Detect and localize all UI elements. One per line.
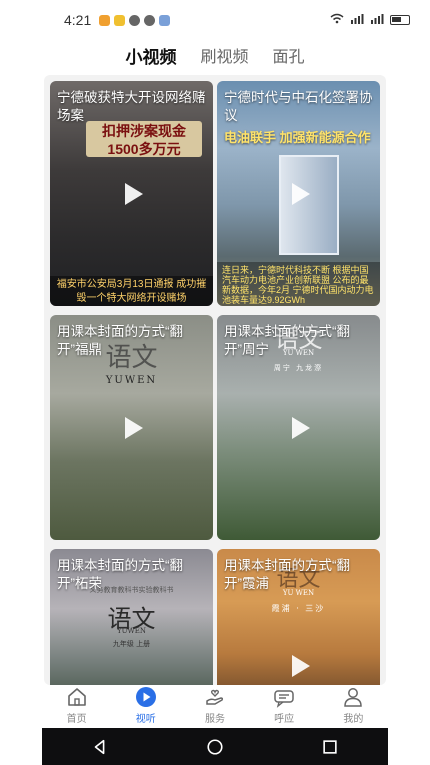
user-icon [342,686,364,708]
video-card[interactable]: 语文 YU WEN 周宁 九龙漈 用课本封面的方式“翻开”周宁 [217,315,380,540]
video-caption: 连日来，宁德时代科技不断 根据中国汽车动力电池产业创新联盟 公布的最新数据，今年… [217,262,380,306]
nav-respond[interactable]: 呼应 [254,686,314,725]
status-bar: 4:21 [0,0,430,40]
nav-label: 我的 [343,714,364,725]
status-time: 4:21 [64,12,92,28]
system-nav-bar [42,728,388,765]
banner-text: 1500多万元 [107,141,181,157]
message-icon [144,14,156,26]
nav-label: 首页 [66,714,87,725]
play-icon[interactable] [285,414,313,442]
respond-icon [273,686,295,708]
play-circle-icon [135,686,157,708]
nav-home[interactable]: 首页 [47,686,107,725]
video-feed[interactable]: 宁德破获特大开设网络赌场案 扣押涉案现金 1500多万元 福安市公安局3月13日… [44,75,386,685]
video-card[interactable]: 宁德时代与中石化签署协议 电油联手 加强新能源合作 连日来，宁德时代科技不断 根… [217,81,380,306]
signal-icon [370,13,384,27]
video-card[interactable]: 义务教育教科书实验教科书 语文 YUWEN 九年级 上册 用课本封面的方式“翻开… [50,549,213,685]
video-title: 用课本封面的方式“翻开”霞浦 [224,558,350,591]
tab-short-video[interactable]: 小视频 [125,43,176,68]
home-circle-icon[interactable] [205,737,225,757]
nav-service[interactable]: 服务 [185,686,245,725]
signal-icon [350,13,364,27]
cover-caption: 周宁 九龙漈 [273,364,324,372]
nav-label: 服务 [204,714,225,725]
home-icon [66,686,88,708]
video-caption: 福安市公安局3月13日通报 成功摧毁一个特大网络开设赌场 [50,276,213,306]
app-notification-icon [114,14,126,26]
hand-service-icon [204,686,226,708]
video-title: 宁德破获特大开设网络赌场案 [57,90,206,123]
video-title: 用课本封面的方式“翻开”福鼎 [57,324,183,357]
video-card[interactable]: 语文 YUWEN 用课本封面的方式“翻开”福鼎 [50,315,213,540]
video-subtitle: 电油联手 加强新能源合作 [224,130,371,145]
play-icon[interactable] [118,414,146,442]
notification-icons [99,14,171,26]
battery-icon [390,15,410,25]
play-icon[interactable] [285,180,313,208]
wifi-icon [330,13,344,27]
nav-media[interactable]: 视听 [116,686,176,725]
nav-label: 视听 [135,714,156,725]
top-tabs: 小视频 刷视频 面孔 [0,40,430,70]
recents-icon[interactable] [320,737,340,757]
cover-english: YUWEN [117,627,146,635]
video-title: 用课本封面的方式“翻开”周宁 [224,324,350,357]
video-card[interactable]: 语文 YU WEN 霞浦 · 三沙 用课本封面的方式“翻开”霞浦 [217,549,380,685]
system-icons [330,13,410,27]
chat-icon [129,14,141,26]
app-notification-icon [99,14,111,26]
video-title: 用课本封面的方式“翻开”柘荣 [57,558,183,591]
tab-swipe-video[interactable]: 刷视频 [200,43,248,67]
bottom-nav: 首页 视听 服务 呼应 我的 [42,686,388,728]
nav-label: 呼应 [274,714,295,725]
play-icon[interactable] [285,652,313,680]
video-title: 宁德时代与中石化签署协议 [224,90,373,123]
back-icon[interactable] [90,737,110,757]
cover-caption: 霞浦 · 三沙 [271,604,326,613]
video-card[interactable]: 宁德破获特大开设网络赌场案 扣押涉案现金 1500多万元 福安市公安局3月13日… [50,81,213,306]
cover-english: YUWEN [105,375,158,386]
banner-text: 扣押涉案现金 [102,123,186,139]
play-icon[interactable] [118,180,146,208]
cover-grade: 九年级 上册 [112,640,151,648]
nav-profile[interactable]: 我的 [323,686,383,725]
tab-faces[interactable]: 面孔 [273,43,305,67]
shield-icon [159,14,171,26]
